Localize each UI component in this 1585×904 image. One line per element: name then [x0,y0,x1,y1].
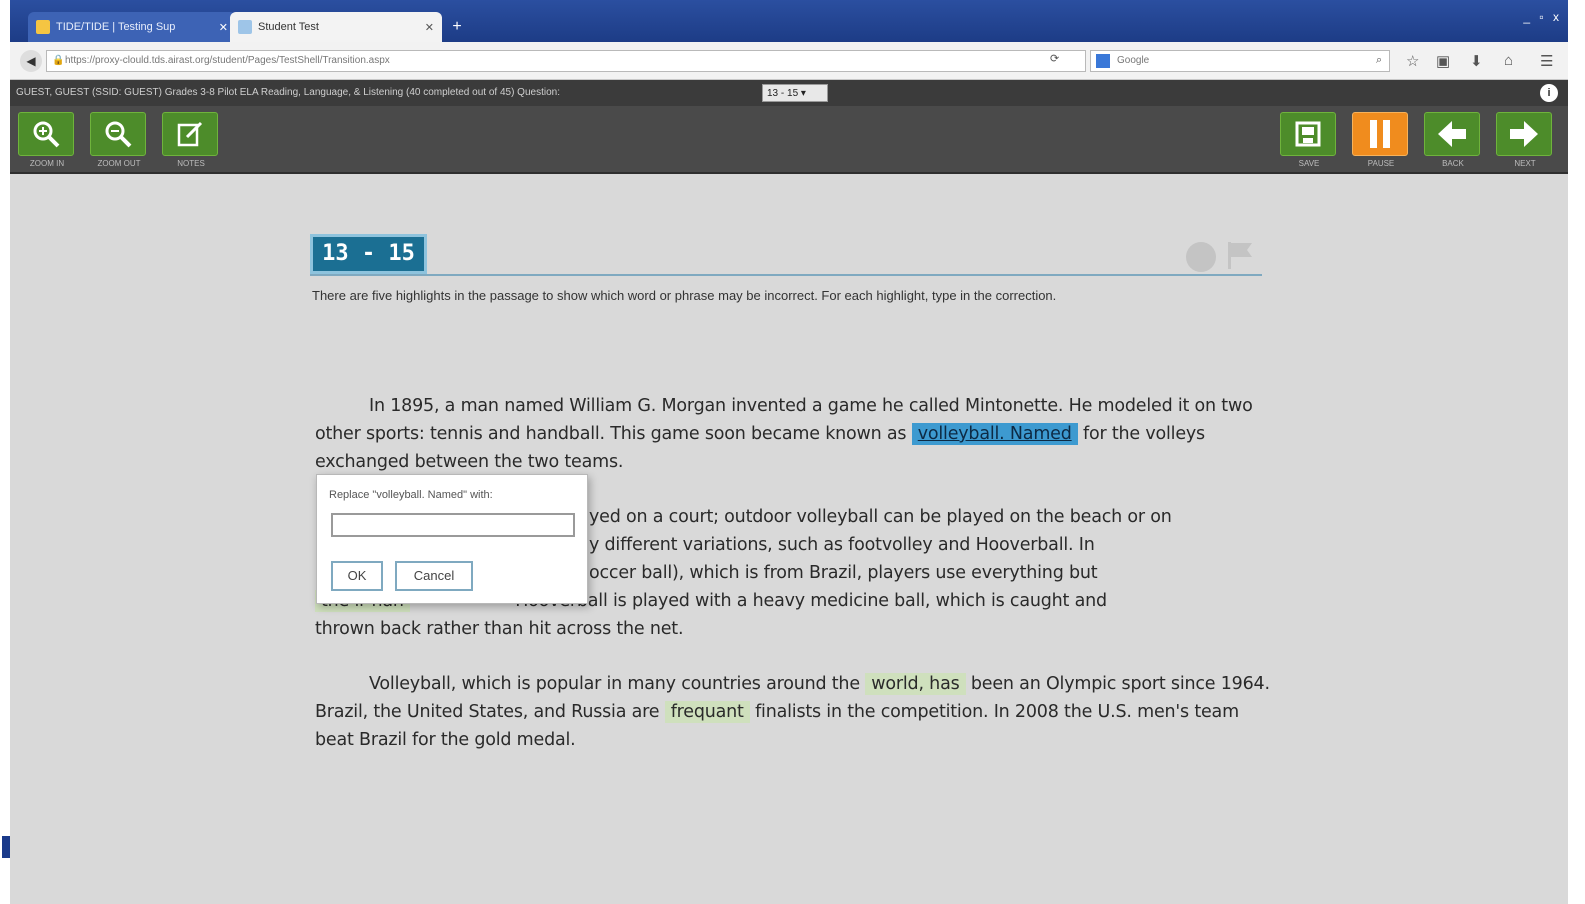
passage-text: yed on a court; outdoor volleyball can b… [589,507,1172,527]
edge-marker [2,836,10,858]
question-number: 13 - 15 [310,234,427,274]
question-select[interactable]: 13 - 15 ▾ [762,84,828,102]
lock-icon: 🔒 [52,55,65,66]
close-tab-icon[interactable]: ✕ [219,21,228,34]
highlight-world-has[interactable]: world, has [865,673,966,695]
zoom-in-label: ZOOM IN [29,159,65,168]
left-edge [0,0,10,904]
tab-label: TIDE/TIDE | Testing Sup [56,21,176,33]
ok-button[interactable]: OK [331,561,383,591]
notes-button[interactable]: NOTES [162,112,220,172]
save-button[interactable]: SAVE [1280,112,1338,172]
search-engine-icon[interactable] [1096,54,1110,68]
highlight-volleyball-named[interactable]: volleyball. Named [911,423,1078,445]
cancel-button[interactable]: Cancel [395,561,473,591]
passage-paragraph: Volleyball, which is popular in many cou… [315,670,1270,754]
search-input[interactable]: Google [1090,50,1390,72]
back-icon[interactable]: ◀ [20,50,42,72]
tab-tide[interactable]: TIDE/TIDE | Testing Sup ✕ [28,12,236,42]
passage-text: Hooverball is played with a heavy medici… [515,591,1107,611]
arrow-right-icon [1496,112,1552,156]
search-icon[interactable]: ⌕ [1376,54,1382,67]
notes-icon [162,112,218,156]
replace-label: Replace "volleyball. Named" with: [329,489,493,501]
save-icon [1280,112,1336,156]
flag-icon[interactable] [1226,240,1254,270]
test-toolbar: ZOOM IN ZOOM OUT NOTES SAVE PAUSE BACK N… [10,106,1568,174]
arrow-left-icon [1424,112,1480,156]
tab-label: Student Test [258,21,319,33]
navigation-bar: ◀ https://proxy-clould.tds.airast.org/st… [10,42,1568,80]
next-button[interactable]: NEXT [1496,112,1554,172]
question-instructions: There are five highlights in the passage… [312,288,1057,303]
next-label: NEXT [1514,159,1536,168]
right-edge [1568,0,1585,904]
zoom-out-icon [90,112,146,156]
download-icon[interactable]: ⬇ [1470,52,1483,70]
zoom-out-label: ZOOM OUT [97,159,141,168]
passage-text: y different variations, such as footvoll… [589,535,1095,555]
url-bar[interactable]: https://proxy-clould.tds.airast.org/stud… [46,50,1086,72]
bookmarks-icon[interactable]: ▣ [1436,52,1450,70]
pause-button[interactable]: PAUSE [1352,112,1410,172]
replacement-input[interactable] [331,513,575,537]
question-header: 13 - 15 [310,232,1262,276]
tide-favicon-icon [36,20,50,34]
tab-strip: TIDE/TIDE | Testing Sup ✕ Student Test ✕… [10,0,1568,42]
page-favicon-icon [238,20,252,34]
passage-paragraph: In 1895, a man named William G. Morgan i… [315,392,1270,476]
zoom-out-button[interactable]: ZOOM OUT [90,112,148,172]
new-tab-button[interactable]: + [446,16,468,38]
browser-window: TIDE/TIDE | Testing Sup ✕ Student Test ✕… [10,0,1568,904]
passage-text: Volleyball, which is popular in many cou… [369,674,860,694]
tab-student-test[interactable]: Student Test ✕ [230,12,442,42]
passage-text: thrown back rather than hit across the n… [315,619,684,639]
home-icon[interactable]: ⌂ [1504,52,1513,69]
highlight-frequant[interactable]: frequant [664,701,750,723]
zoom-in-icon [18,112,74,156]
pause-icon [1352,112,1408,156]
back-label: BACK [1442,159,1464,168]
save-label: SAVE [1298,159,1320,168]
bookmark-star-icon[interactable]: ☆ [1406,52,1419,70]
zoom-in-button[interactable]: ZOOM IN [18,112,76,172]
pause-label: PAUSE [1367,159,1395,168]
passage-text: occer ball), which is from Brazil, playe… [589,563,1098,583]
reload-icon[interactable]: ⟳ [1050,52,1059,65]
close-tab-icon[interactable]: ✕ [425,21,434,34]
info-icon[interactable]: i [1540,84,1558,102]
menu-icon[interactable]: ☰ [1540,52,1553,70]
notes-label: NOTES [177,159,205,168]
back-button[interactable]: BACK [1424,112,1482,172]
question-status-icon[interactable] [1186,242,1216,272]
replace-dialog: Replace "volleyball. Named" with: OK Can… [316,474,588,604]
window-controls[interactable]: _ ▫ x [1523,10,1562,24]
